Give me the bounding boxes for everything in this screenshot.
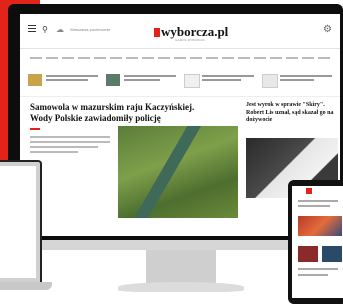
site-logo[interactable]: wyborcza.pl <box>154 23 228 39</box>
promo-item[interactable] <box>28 74 104 92</box>
promo-text <box>280 75 332 83</box>
settings-icon[interactable]: ⚙ <box>323 24 332 35</box>
promo-text <box>46 75 98 83</box>
logo-mark <box>154 28 160 37</box>
logo-tagline: GAZETA WYBORCZA <box>175 38 205 42</box>
cloud-icon: ☁ <box>56 25 64 34</box>
tablet-logo-mark <box>306 188 312 194</box>
search-icon[interactable]: ⚲ <box>42 25 48 34</box>
promo-item[interactable] <box>184 74 260 92</box>
promo-item[interactable] <box>262 74 338 92</box>
main-story-photo[interactable] <box>118 126 238 218</box>
promo-text <box>202 75 254 83</box>
promo-thumbnail <box>28 74 42 86</box>
promo-thumbnail <box>106 74 120 86</box>
tablet-screen <box>292 186 343 298</box>
nav-items[interactable] <box>30 57 330 59</box>
promo-thumbnail <box>184 74 200 88</box>
tablet-text-line <box>298 274 328 276</box>
tablet <box>288 180 343 304</box>
tablet-thumbnail[interactable] <box>298 246 318 262</box>
main-lead <box>30 136 110 156</box>
site-header: ⚲ ☁ Warszawa pochmurnie wyborcza.pl GAZE… <box>20 14 340 49</box>
tablet-text-line <box>298 205 330 207</box>
section-nav <box>20 52 340 62</box>
hamburger-icon[interactable] <box>28 28 36 29</box>
main-headline[interactable]: Samowola w mazurskim raju Kaczyńskiej. W… <box>30 102 210 124</box>
promo-text <box>124 75 176 83</box>
tablet-story-photo[interactable] <box>298 216 342 236</box>
laptop-base <box>0 282 52 290</box>
headline-accent <box>30 128 40 130</box>
tablet-text-line <box>298 200 338 202</box>
promo-item[interactable] <box>106 74 182 92</box>
promo-strip <box>20 68 340 97</box>
promo-thumbnail <box>262 74 278 88</box>
weather-text: Warszawa pochmurnie <box>70 27 111 32</box>
laptop <box>0 160 52 290</box>
laptop-page <box>0 166 36 278</box>
tablet-thumbnail[interactable] <box>322 246 342 262</box>
monitor-stand <box>146 250 216 284</box>
laptop-screen <box>0 160 42 286</box>
side-headline[interactable]: Jest wyrok w sprawie "Skiry". Robert Lis… <box>246 102 338 125</box>
monitor-foot <box>118 282 244 292</box>
logo-text: wyborcza.pl <box>161 24 229 39</box>
tablet-text-line <box>298 268 338 270</box>
